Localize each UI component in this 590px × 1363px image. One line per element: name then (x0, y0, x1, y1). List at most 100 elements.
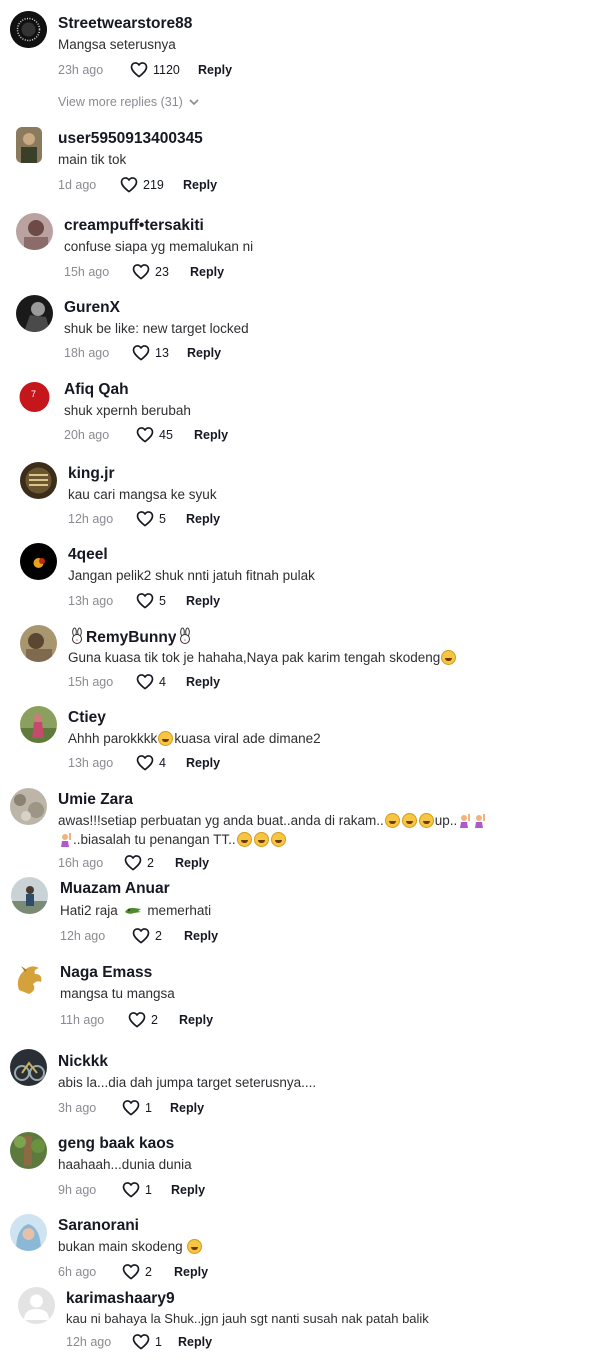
like-button[interactable]: 219 (120, 176, 164, 193)
username[interactable]: Nickkk (58, 1053, 108, 1071)
username[interactable]: Saranorani (58, 1217, 139, 1235)
avatar[interactable]: 7 (16, 377, 53, 414)
avatar[interactable] (16, 295, 53, 332)
laughing-emoji-icon (418, 813, 434, 828)
person-raising-hand-icon (475, 814, 486, 828)
avatar[interactable] (11, 960, 48, 997)
comment-meta: 9h ago 1 Reply (58, 1183, 358, 1201)
bunny-icon (68, 627, 86, 645)
username[interactable]: geng baak kaos (58, 1135, 174, 1153)
username[interactable]: GurenX (64, 299, 120, 317)
comment-meta: 13h ago 4 Reply (68, 756, 368, 774)
reply-button[interactable]: Reply (194, 428, 228, 442)
like-button[interactable]: 5 (136, 510, 166, 527)
reply-button[interactable]: Reply (174, 1265, 208, 1279)
comment-text: ..biasalah tu penangan TT.. (58, 830, 287, 849)
username[interactable]: Muazam Anuar (60, 880, 170, 898)
timestamp: 9h ago (58, 1183, 97, 1197)
heart-icon (132, 1333, 150, 1350)
comment-text: shuk xpernh berubah (64, 403, 191, 418)
username[interactable]: Afiq Qah (64, 381, 129, 399)
reply-button[interactable]: Reply (179, 1013, 213, 1027)
reply-button[interactable]: Reply (170, 1101, 204, 1115)
avatar[interactable] (10, 1214, 47, 1251)
username[interactable]: king.jr (68, 465, 115, 483)
like-button[interactable]: 13 (132, 344, 169, 361)
like-button[interactable]: 2 (128, 1011, 158, 1028)
avatar[interactable] (16, 213, 53, 250)
reply-button[interactable]: Reply (186, 756, 220, 770)
username[interactable]: karimashaary9 (66, 1290, 175, 1308)
heart-icon (120, 176, 138, 193)
like-button[interactable]: 4 (136, 754, 166, 771)
comment-text: Ahhh parokkkk kuasa viral ade dimane2 (68, 729, 321, 748)
avatar[interactable] (10, 1132, 47, 1169)
timestamp: 1d ago (58, 178, 97, 192)
avatar[interactable] (20, 543, 57, 580)
like-count: 2 (155, 928, 162, 943)
svg-text:7: 7 (31, 389, 36, 399)
comment-meta: 12h ago 5 Reply (68, 512, 368, 530)
avatar[interactable] (20, 706, 57, 743)
reply-button[interactable]: Reply (175, 856, 209, 870)
like-button[interactable]: 4 (136, 673, 166, 690)
avatar[interactable] (20, 462, 57, 499)
like-button[interactable]: 23 (132, 263, 169, 280)
avatar[interactable] (10, 1049, 47, 1086)
reply-button[interactable]: Reply (198, 63, 232, 77)
reply-button[interactable]: Reply (184, 929, 218, 943)
username[interactable]: Umie Zara (58, 791, 133, 809)
person-raising-hand-icon (460, 814, 471, 828)
reply-button[interactable]: Reply (190, 265, 224, 279)
reply-button[interactable]: Reply (178, 1335, 212, 1349)
like-button[interactable]: 2 (132, 927, 162, 944)
timestamp: 23h ago (58, 63, 104, 77)
like-button[interactable]: 5 (136, 592, 166, 609)
reply-button[interactable]: Reply (186, 512, 220, 526)
username[interactable]: creampuff•tersakiti (64, 217, 204, 235)
like-count: 45 (159, 427, 173, 442)
avatar[interactable] (10, 788, 47, 825)
avatar[interactable] (16, 127, 42, 163)
heart-icon (128, 1011, 146, 1028)
username[interactable]: Streetwearstore88 (58, 15, 192, 33)
reply-button[interactable]: Reply (171, 1183, 205, 1197)
comment-meta: 16h ago 2 Reply (58, 856, 358, 874)
like-count: 1 (145, 1100, 152, 1115)
like-button[interactable]: 1 (122, 1181, 152, 1198)
like-button[interactable]: 1 (132, 1333, 162, 1350)
like-button[interactable]: 1 (122, 1099, 152, 1116)
timestamp: 12h ago (66, 1335, 112, 1349)
comment-text-part: Guna kuasa tik tok je hahaha,Naya pak ka… (68, 650, 441, 665)
avatar[interactable] (20, 625, 57, 662)
reply-button[interactable]: Reply (186, 594, 220, 608)
avatar[interactable] (11, 877, 48, 914)
avatar[interactable] (18, 1287, 55, 1324)
timestamp: 3h ago (58, 1101, 97, 1115)
view-more-replies[interactable]: View more replies (31) (58, 95, 199, 109)
timestamp: 15h ago (68, 675, 114, 689)
like-button[interactable]: 2 (122, 1263, 152, 1280)
username[interactable]: Ctiey (68, 709, 106, 727)
like-count: 4 (159, 755, 166, 770)
heart-icon (136, 510, 154, 527)
heart-icon (136, 754, 154, 771)
like-count: 1 (155, 1334, 162, 1349)
heart-icon (136, 592, 154, 609)
username[interactable]: user5950913400345 (58, 130, 203, 148)
comment-text-part: bukan main skodeng (58, 1239, 183, 1254)
like-button[interactable]: 1120 (130, 61, 180, 78)
username[interactable]: 4qeel (68, 546, 108, 564)
reply-button[interactable]: Reply (186, 675, 220, 689)
username[interactable]: RemyBunny (68, 627, 195, 647)
comment-meta: 23h ago 1120 Reply (58, 63, 358, 81)
like-button[interactable]: 2 (124, 854, 154, 871)
reply-button[interactable]: Reply (183, 178, 217, 192)
avatar[interactable] (10, 11, 47, 48)
like-button[interactable]: 45 (136, 426, 173, 443)
comment-meta: 12h ago 2 Reply (60, 929, 360, 947)
timestamp: 12h ago (68, 512, 114, 526)
reply-button[interactable]: Reply (187, 346, 221, 360)
username[interactable]: Naga Emass (60, 964, 152, 982)
bunny-icon (176, 627, 195, 645)
